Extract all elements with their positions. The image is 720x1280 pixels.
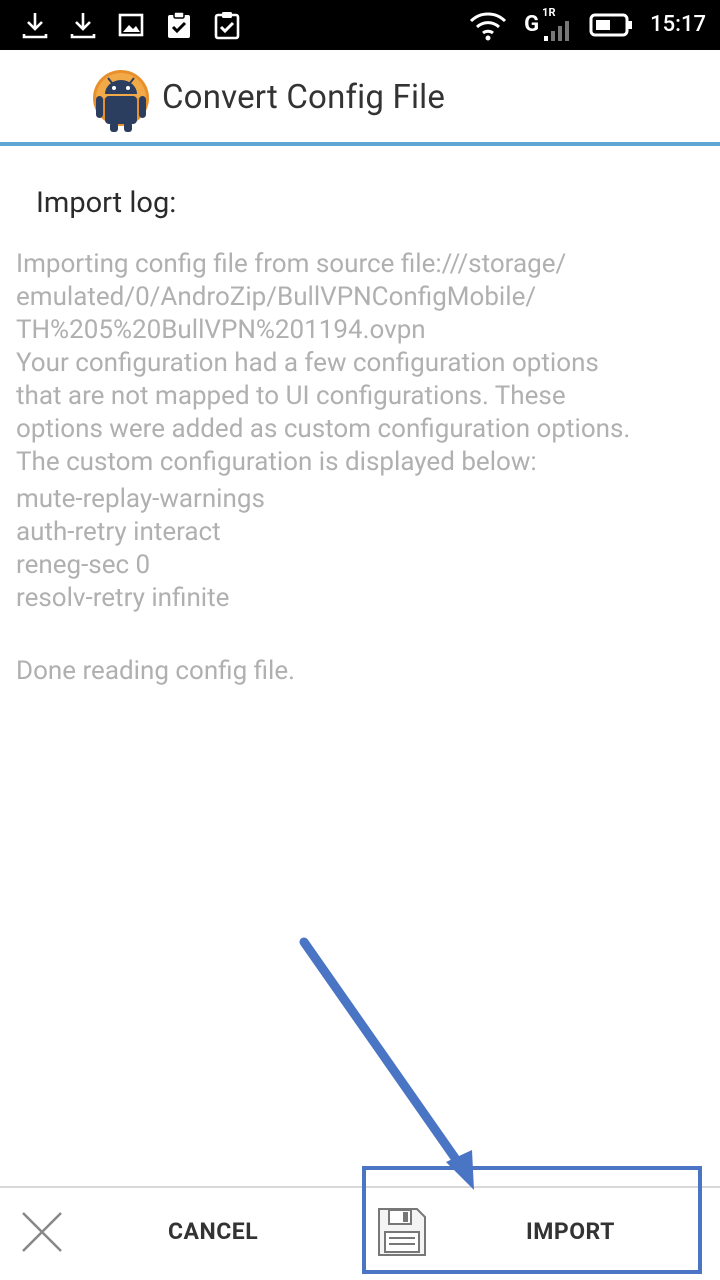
download-icon [66,8,100,42]
log-line: resolv-retry infinite [16,583,230,613]
log-line: auth-retry interact [16,517,221,547]
download-icon [18,8,52,42]
network-type-label: G [524,12,540,37]
log-line: that are not mapped to UI configurations… [16,381,566,411]
app-bar-divider [0,142,720,146]
wifi-icon [468,8,508,42]
signal-bars-icon [544,21,570,41]
log-line: Importing config file from source file:/… [16,249,567,279]
notification-icons [18,8,244,42]
close-icon [20,1210,64,1254]
app-logo-icon [88,68,154,132]
status-bar: G 1R 15:17 [0,0,720,50]
page-title: Convert Config File [162,78,446,117]
clock: 15:17 [650,12,706,37]
import-log-text: Importing config file from source file:/… [16,248,706,688]
system-icons: G 1R 15:17 [468,6,706,42]
log-line: The custom configuration is displayed be… [16,447,537,477]
clipboard-check-icon [162,8,196,42]
cancel-button[interactable]: CANCEL [0,1188,360,1280]
log-line: options were added as custom configurati… [16,414,631,444]
log-line: Done reading config file. [16,656,296,686]
log-line: emulated/0/AndroZip/BullVPNConfigMobile/ [16,282,537,312]
log-line: mute-replay-warnings [16,484,265,514]
import-log-label: Import log: [36,186,177,220]
image-icon [114,8,148,42]
annotation-highlight-box [362,1166,702,1274]
log-line: Your configuration had a few configurati… [16,348,599,378]
clipboard-check-icon [210,8,244,42]
log-line: reneg-sec 0 [16,550,151,580]
cancel-button-label: CANCEL [168,1218,259,1245]
log-line: TH%205%20BullVPN%201194.ovpn [16,315,426,345]
battery-icon [588,8,634,42]
cellular-signal: G 1R [524,6,572,42]
